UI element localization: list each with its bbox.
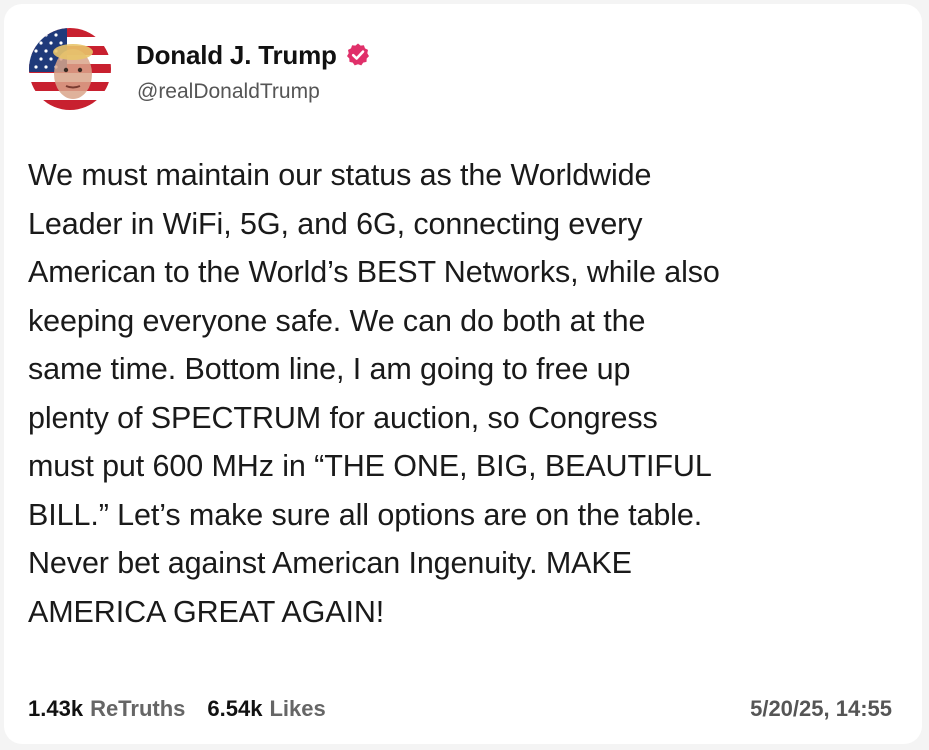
likes-label: Likes [269,696,326,721]
retruths-stat[interactable]: 1.43k ReTruths [28,696,185,722]
retruths-label: ReTruths [90,696,186,721]
flag-portrait-avatar-icon [29,28,111,110]
retruths-count: 1.43k [28,696,84,721]
author-display-name[interactable]: Donald J. Trump [136,40,337,71]
avatar[interactable] [29,28,111,110]
post-timestamp[interactable]: 5/20/25, 14:55 [750,696,892,722]
verified-badge-icon [346,43,369,66]
post-card: Donald J. Trump @realDonaldTrump We must… [4,4,922,744]
post-body-text: We must maintain our status as the World… [28,158,720,629]
likes-stat[interactable]: 6.54k Likes [207,696,325,722]
author-handle[interactable]: @realDonaldTrump [137,80,320,104]
post-footer: 1.43k ReTruths 6.54k Likes 5/20/25, 14:5… [28,696,892,722]
likes-count: 6.54k [207,696,263,721]
author-name-row: Donald J. Trump [136,38,371,72]
